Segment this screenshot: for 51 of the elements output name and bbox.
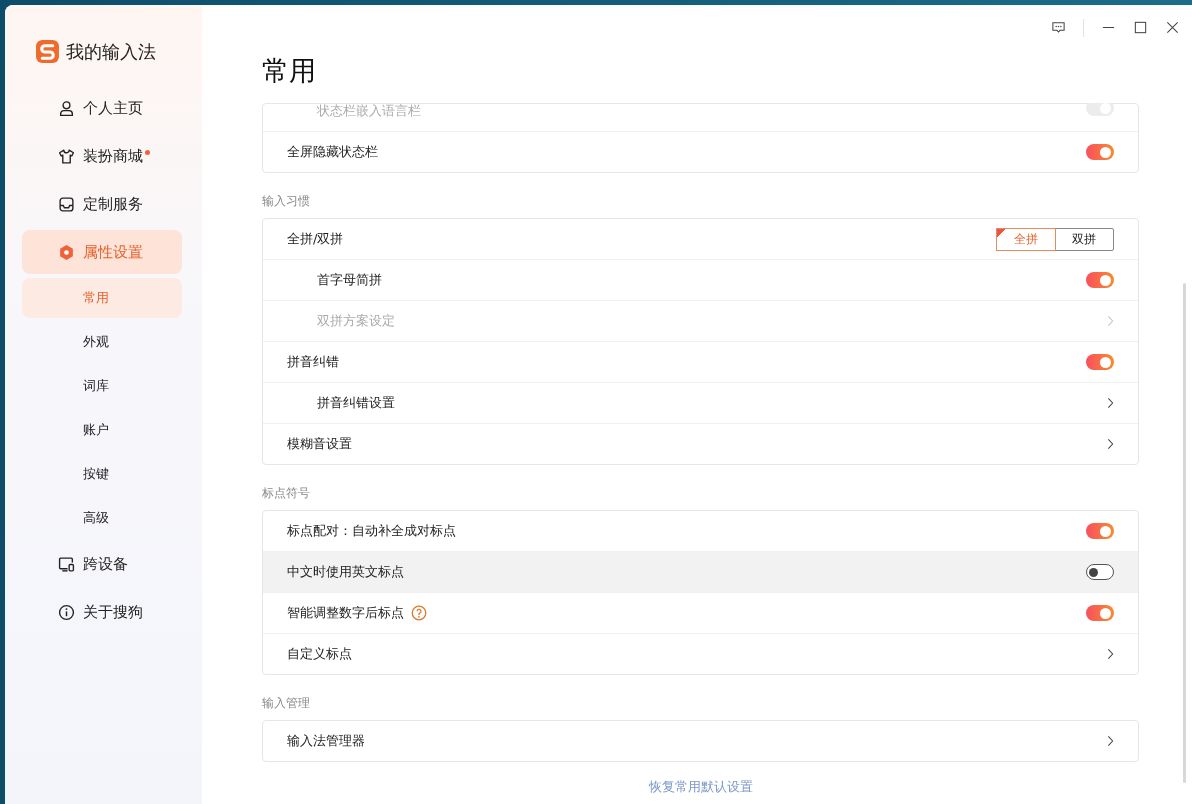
setting-label: 全拼/双拼 [287, 230, 344, 248]
toggle-switch[interactable] [1086, 523, 1114, 539]
sidebar-subitem[interactable]: 外观 [22, 322, 182, 362]
setting-label: 智能调整数字后标点 [287, 604, 404, 622]
chevron-icon[interactable] [1107, 397, 1114, 409]
setting-label: 拼音纠错设置 [316, 394, 395, 412]
setting-label: 双拼方案设定 [316, 312, 395, 330]
setting-label: 中文时使用英文标点 [287, 563, 404, 581]
section-heading: 输入管理 [262, 695, 311, 712]
sidebar-item[interactable]: 跨设备 [22, 542, 182, 586]
chevron-icon[interactable] [1107, 735, 1114, 747]
sidebar-item[interactable]: 定制服务 [22, 182, 182, 226]
chevron-icon[interactable] [1107, 648, 1114, 660]
sidebar-subitem[interactable]: 词库 [22, 366, 182, 406]
setting-label: 模糊音设置 [287, 435, 352, 453]
segment-option[interactable]: 双拼 [1055, 228, 1113, 250]
section-heading: 输入习惯 [262, 193, 311, 210]
setting-label: 首字母简拼 [316, 271, 382, 289]
setting-label: 状态栏嵌入语言栏 [316, 103, 421, 120]
sidebar-subitem[interactable]: 高级 [22, 498, 182, 538]
toggle-switch[interactable] [1086, 605, 1114, 621]
sidebar-item[interactable]: 装扮商城 [22, 134, 182, 178]
setting-label: 拼音纠错 [287, 353, 339, 371]
setting-label: 自定义标点 [287, 645, 352, 663]
sidebar-subitem[interactable]: 账户 [22, 410, 182, 450]
shirt-icon [58, 147, 75, 165]
setting-label: 输入法管理器 [287, 732, 365, 750]
toggle-switch[interactable] [1086, 272, 1114, 288]
toggle-switch[interactable] [1086, 354, 1114, 370]
info-icon [58, 603, 75, 621]
sidebar-item[interactable]: 个人主页 [22, 86, 182, 130]
scrollbar[interactable] [1183, 283, 1186, 783]
devices-icon [58, 555, 75, 573]
toggle-switch[interactable] [1086, 564, 1114, 580]
setting-label: 标点配对：自动补全成对标点 [287, 522, 456, 540]
help-icon[interactable] [411, 605, 427, 621]
feedback-icon[interactable] [1051, 20, 1066, 35]
toggle-switch[interactable] [1086, 144, 1114, 160]
tray-icon [58, 195, 75, 213]
hexagon-icon [58, 243, 75, 261]
sidebar-subitem[interactable]: 按键 [22, 454, 182, 494]
chevron-icon[interactable] [1107, 438, 1114, 450]
sidebar-item[interactable]: 关于搜狗 [22, 590, 182, 634]
maximize-icon[interactable] [1133, 20, 1148, 35]
logo-icon [35, 39, 60, 64]
page-title: 常用 [262, 54, 317, 88]
section-heading: 标点符号 [262, 485, 311, 502]
app-title: 我的输入法 [66, 39, 156, 64]
person-icon [58, 99, 75, 117]
setting-label: 全屏隐藏状态栏 [287, 143, 378, 161]
close-icon[interactable] [1165, 20, 1180, 35]
